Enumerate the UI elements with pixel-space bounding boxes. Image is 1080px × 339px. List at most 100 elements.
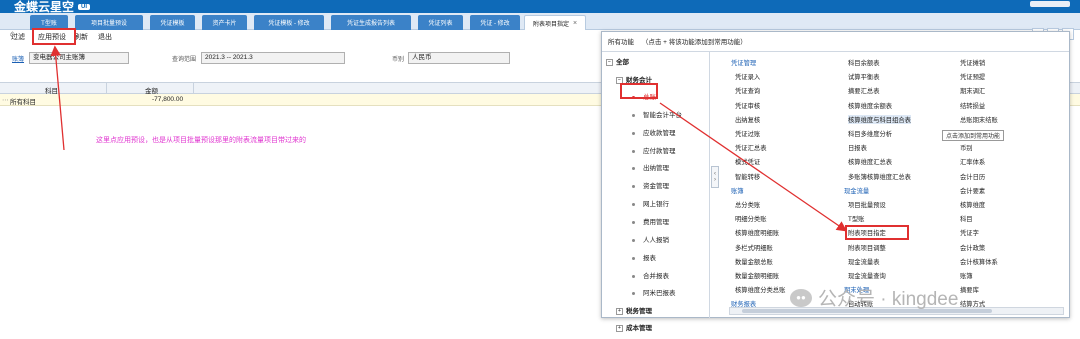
function-item[interactable]: 科目 [960, 214, 973, 223]
column-divider [193, 83, 194, 94]
tab-label: 凭证模板 [160, 21, 185, 27]
function-item[interactable]: 会计核算体系 [960, 257, 998, 266]
expand-icon[interactable]: + [616, 324, 623, 332]
tree-item[interactable]: 报表 [632, 252, 656, 262]
function-item[interactable]: 总账期末结账 [960, 115, 998, 124]
function-item[interactable]: 模式凭证 [735, 157, 760, 166]
function-item[interactable]: 数量金额总账 [735, 257, 773, 266]
function-item[interactable]: 摘要库 [960, 285, 979, 294]
function-item[interactable]: 核算维度与科目组合表 [848, 114, 911, 124]
function-item[interactable]: 会计要素 [960, 186, 985, 195]
tree-item[interactable]: + 税务管理 [616, 305, 652, 315]
exit-button[interactable]: 退出 [98, 32, 112, 42]
book-label[interactable]: 账簿 [12, 54, 24, 63]
tree-item[interactable]: 合并报表 [632, 270, 669, 280]
tooltip: 点击添加到常用功能 [942, 130, 1005, 141]
collapse-toggle[interactable]: ‹ › [711, 166, 719, 188]
close-icon[interactable]: × [573, 20, 577, 27]
book-field[interactable]: 变电器公司主账簿 [29, 52, 129, 64]
tab-label: 凭证 - 修改 [480, 21, 510, 27]
function-item[interactable]: 币别 [960, 143, 973, 152]
tab-voucher-edit[interactable]: 凭证 - 修改 [470, 15, 520, 30]
function-item[interactable]: 科目多维度分析 [848, 129, 892, 138]
tab-asset-card[interactable]: 资产卡片 [202, 15, 247, 30]
filter-button[interactable]: 过滤 [11, 32, 25, 42]
function-item[interactable]: 项目批量预设 [848, 200, 886, 209]
range-label: 查询范围 [172, 57, 197, 63]
function-item[interactable]: 科目余额表 [848, 58, 879, 67]
tree-item-label: 报表 [643, 255, 656, 262]
tree-item[interactable]: + 成本管理 [616, 322, 652, 332]
tree-item-label: 成本管理 [626, 325, 652, 332]
currency-field[interactable]: 人民币 [408, 52, 510, 64]
tab-label: T型账 [41, 21, 57, 27]
tree-item-label: 费用管理 [643, 219, 669, 226]
function-item[interactable]: 智能转移 [735, 172, 760, 181]
function-item[interactable]: 多栏式明细账 [735, 243, 773, 252]
function-item[interactable]: 会计政策 [960, 243, 985, 252]
function-item[interactable]: 凭证录入 [735, 72, 760, 81]
collapse-icon[interactable]: − [606, 58, 613, 66]
function-item[interactable]: 核算维度分类总账 [735, 285, 785, 294]
function-item[interactable]: 凭证查询 [735, 86, 760, 95]
tab-template-edit[interactable]: 凭证模板 - 修改 [254, 15, 324, 30]
function-item[interactable]: 凭证汇总表 [735, 143, 766, 152]
tree-item-label: 合并报表 [643, 273, 669, 280]
function-item[interactable]: T型账 [848, 214, 864, 223]
bullet-icon [632, 291, 635, 295]
tree-item[interactable]: 人人报销 [632, 234, 669, 244]
top-right-button[interactable] [1030, 1, 1070, 7]
function-item[interactable]: 现金流量查询 [848, 271, 886, 280]
tab-attached-item[interactable]: 附表项目指定 × [524, 15, 586, 30]
tab-voucher-template[interactable]: 凭证模板 [150, 15, 195, 30]
tree-item[interactable]: 应付款管理 [632, 145, 676, 155]
function-item[interactable]: 核算维度 [960, 200, 985, 209]
function-item[interactable]: 核算维度汇总表 [848, 157, 892, 166]
tab-voucher-list[interactable]: 凭证列表 [418, 15, 463, 30]
function-item[interactable]: 核算维度明细账 [735, 228, 779, 237]
function-item[interactable]: 凭证摊销 [960, 58, 985, 67]
tree-item[interactable]: 费用管理 [632, 216, 669, 226]
function-item[interactable]: 附表项目调整 [848, 243, 886, 252]
function-item[interactable]: 凭证过账 [735, 129, 760, 138]
tree-item[interactable]: 资金管理 [632, 180, 669, 190]
function-item[interactable]: 试算平衡表 [848, 72, 879, 81]
function-item[interactable]: 出纳复核 [735, 115, 760, 124]
function-item[interactable]: 数量金额明细账 [735, 271, 779, 280]
function-item[interactable]: 多账簿核算维度汇总表 [848, 172, 911, 181]
tree-item[interactable]: 网上银行 [632, 198, 669, 208]
function-item[interactable]: 账簿 [960, 271, 973, 280]
function-item[interactable]: 结转损益 [960, 101, 985, 110]
function-item[interactable]: 凭证字 [960, 228, 979, 237]
expand-icon[interactable]: + [616, 307, 623, 315]
range-field[interactable]: 2021.3 -- 2021.3 [201, 52, 345, 64]
tree-item-label: 人人报销 [643, 237, 669, 244]
tree-item[interactable]: − 全部 [606, 56, 629, 66]
tree-item[interactable]: 应收款管理 [632, 127, 676, 137]
bullet-icon [632, 220, 635, 224]
query-form: 账簿 变电器公司主账簿 查询范围 2021.3 -- 2021.3 币别 人民币 [0, 50, 600, 66]
function-item[interactable]: 期末调汇 [960, 86, 985, 95]
bullet-icon [632, 113, 635, 117]
tree-item[interactable]: 智能会计平台 [632, 109, 682, 119]
function-item[interactable]: 凭证审核 [735, 101, 760, 110]
row-expand-icon[interactable]: ⋯ [2, 96, 9, 104]
refresh-button[interactable]: 刷新 [74, 32, 88, 42]
function-item[interactable]: 会计日历 [960, 172, 985, 181]
tab-report-list[interactable]: 凭证生成报告列表 [331, 15, 411, 30]
watermark: ●● 公众号 · kingdee [790, 284, 958, 311]
app-badge: UI [78, 3, 91, 10]
function-item[interactable]: 汇率体系 [960, 157, 985, 166]
function-item[interactable]: 核算维度余额表 [848, 101, 892, 110]
tab-label: 凭证列表 [428, 21, 453, 27]
tree-item[interactable]: 阿米巴报表 [632, 287, 676, 297]
function-item[interactable]: 总分类账 [735, 200, 760, 209]
tab-bar: ⌂ T型账 项目批量预设 凭证模板 资产卡片 凭证模板 - 修改 凭证生成报告列… [0, 13, 1080, 40]
function-item[interactable]: 凭证预提 [960, 72, 985, 81]
tab-batch-preset[interactable]: 项目批量预设 [75, 15, 143, 30]
function-item[interactable]: 现金流量表 [848, 257, 879, 266]
function-item[interactable]: 摘要汇总表 [848, 86, 879, 95]
function-item[interactable]: 明细分类账 [735, 214, 766, 223]
function-item[interactable]: 日报表 [848, 143, 867, 152]
tree-item[interactable]: 出纳管理 [632, 162, 669, 172]
